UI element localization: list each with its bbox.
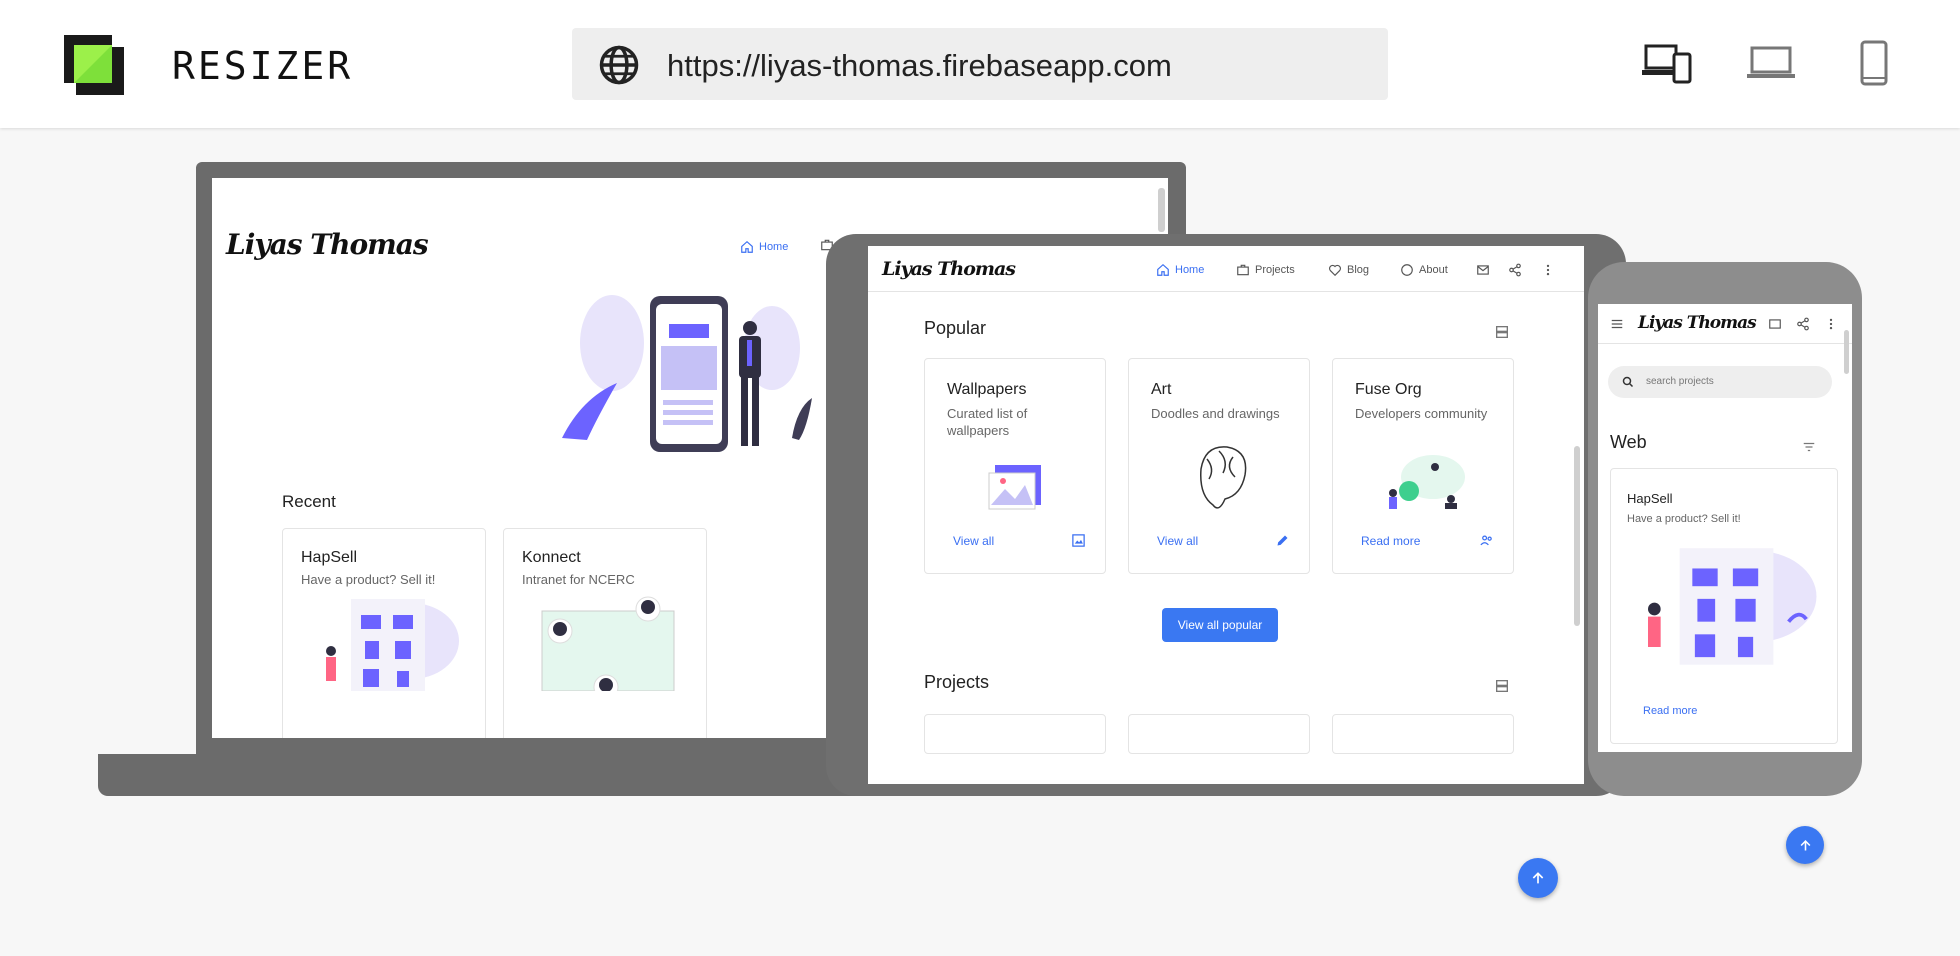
- view-agenda-icon[interactable]: [1494, 678, 1510, 694]
- hapsell-illustration: [326, 599, 459, 691]
- home-icon: [741, 240, 753, 253]
- site-logo[interactable]: Liyas Thomas: [226, 228, 429, 261]
- phone-icon[interactable]: [1846, 40, 1900, 88]
- search-input[interactable]: search projects: [1646, 376, 1714, 387]
- more-vert-icon[interactable]: [1824, 317, 1838, 331]
- phone-screen[interactable]: Liyas Thomas search projects Web HapSell…: [1598, 304, 1852, 752]
- recent-card-konnect[interactable]: Konnect Intranet for NCERC: [503, 528, 707, 738]
- fuse-org-illustration: [1389, 455, 1465, 509]
- card-link[interactable]: Read more: [1643, 705, 1697, 717]
- arrow-up-icon: [1800, 839, 1810, 850]
- url-bar[interactable]: https://liyas-thomas.firebaseapp.com: [572, 28, 1388, 100]
- nav-home-label: Home: [1175, 264, 1205, 276]
- wallpaper-icon[interactable]: [1071, 533, 1086, 548]
- nav-home[interactable]: Home: [1156, 263, 1204, 277]
- popular-card-art[interactable]: Art Doodles and drawings View all: [1128, 358, 1310, 574]
- card-desc: Have a product? Sell it!: [1627, 513, 1741, 525]
- popular-heading: Popular: [924, 318, 987, 338]
- project-card[interactable]: [1128, 714, 1310, 754]
- card-desc: Have a product? Sell it!: [301, 572, 436, 587]
- laptop-icon[interactable]: [1744, 40, 1798, 88]
- share-icon[interactable]: [1796, 317, 1810, 331]
- popular-card-fuse-org[interactable]: Fuse Org Developers community Read more: [1332, 358, 1514, 574]
- home-icon: [1157, 263, 1169, 276]
- more-vert-icon[interactable]: [1541, 263, 1555, 277]
- nav-home-label: Home: [759, 241, 789, 253]
- people-icon[interactable]: [1479, 533, 1494, 548]
- globe-icon: [599, 45, 639, 85]
- card-title: Konnect: [522, 549, 581, 566]
- tablet-screen[interactable]: Liyas Thomas Home Projects Blog About Po…: [868, 246, 1584, 784]
- view-agenda-icon[interactable]: [1494, 324, 1510, 340]
- site-logo[interactable]: Liyas Thomas: [882, 258, 1016, 280]
- project-card[interactable]: [924, 714, 1106, 754]
- face-icon: [1401, 264, 1413, 276]
- card-title: HapSell: [301, 549, 358, 566]
- card-link[interactable]: View all: [1157, 534, 1198, 548]
- scroll-top-button[interactable]: [1518, 858, 1558, 898]
- mail-icon[interactable]: [1476, 263, 1490, 277]
- url-input[interactable]: https://liyas-thomas.firebaseapp.com: [667, 48, 1172, 84]
- projects-heading: Projects: [924, 672, 990, 692]
- devices-icon[interactable]: [1640, 40, 1694, 88]
- app-title: RESIZER: [172, 44, 354, 88]
- scrollbar[interactable]: [1844, 330, 1849, 374]
- site-header: Liyas Thomas Home Projects Blog About: [868, 246, 1584, 292]
- scrollbar[interactable]: [1158, 188, 1165, 232]
- card-desc: Curated list of wallpapers: [947, 406, 1028, 438]
- card-link[interactable]: View all: [953, 534, 994, 548]
- share-icon[interactable]: [1508, 263, 1522, 277]
- nav-about[interactable]: About: [1400, 263, 1448, 277]
- site-logo[interactable]: Liyas Thomas: [1638, 313, 1757, 333]
- nav-blog[interactable]: Blog: [1328, 263, 1369, 277]
- resizer-logo: [64, 35, 124, 95]
- top-bar: RESIZER https://liyas-thomas.firebaseapp…: [0, 0, 1960, 128]
- card-title: Art: [1151, 381, 1172, 398]
- card-link[interactable]: Read more: [1361, 534, 1420, 548]
- view-all-popular-button[interactable]: View all popular: [1162, 608, 1278, 642]
- search-icon: [1622, 376, 1634, 388]
- project-card[interactable]: [1332, 714, 1514, 754]
- nav-about-label: About: [1419, 264, 1448, 276]
- scrollbar[interactable]: [1574, 446, 1580, 626]
- nav-blog-label: Blog: [1347, 264, 1370, 276]
- mobile-card-hapsell[interactable]: HapSell Have a product? Sell it! Read mo…: [1610, 468, 1838, 744]
- sort-icon[interactable]: [1802, 440, 1816, 454]
- recent-card-hapsell[interactable]: HapSell Have a product? Sell it!: [282, 528, 486, 738]
- pencil-icon[interactable]: [1275, 533, 1290, 548]
- briefcase-icon: [1237, 264, 1249, 276]
- heart-icon: [1329, 264, 1341, 277]
- search-bar[interactable]: search projects: [1608, 366, 1832, 398]
- konnect-illustration: [541, 596, 675, 691]
- popular-card-wallpapers[interactable]: Wallpapers Curated list of wallpapers Vi…: [924, 358, 1106, 574]
- nav-home[interactable]: Home: [740, 240, 788, 254]
- phone-scroll-top-button[interactable]: [1786, 826, 1824, 864]
- hapsell-illustration: [1648, 548, 1817, 665]
- card-desc: Intranet for NCERC: [522, 572, 635, 587]
- hero-illustration: [562, 295, 812, 452]
- arrow-up-icon: [1532, 872, 1544, 884]
- card-desc: Developers community: [1355, 406, 1488, 421]
- nav-projects[interactable]: Projects: [1236, 263, 1295, 277]
- menu-icon[interactable]: [1610, 317, 1624, 331]
- card-title: Wallpapers: [947, 381, 1027, 398]
- recent-heading: Recent: [282, 492, 336, 511]
- web-heading: Web: [1610, 432, 1647, 452]
- site-header: Liyas Thomas: [1598, 304, 1852, 344]
- card-title: HapSell: [1627, 491, 1673, 506]
- mail-icon[interactable]: [1768, 317, 1782, 331]
- card-title: Fuse Org: [1355, 381, 1422, 398]
- wallpapers-illustration: [988, 465, 1041, 510]
- card-desc: Doodles and drawings: [1151, 406, 1280, 421]
- nav-projects-label: Projects: [1255, 264, 1295, 276]
- art-illustration: [1200, 446, 1247, 509]
